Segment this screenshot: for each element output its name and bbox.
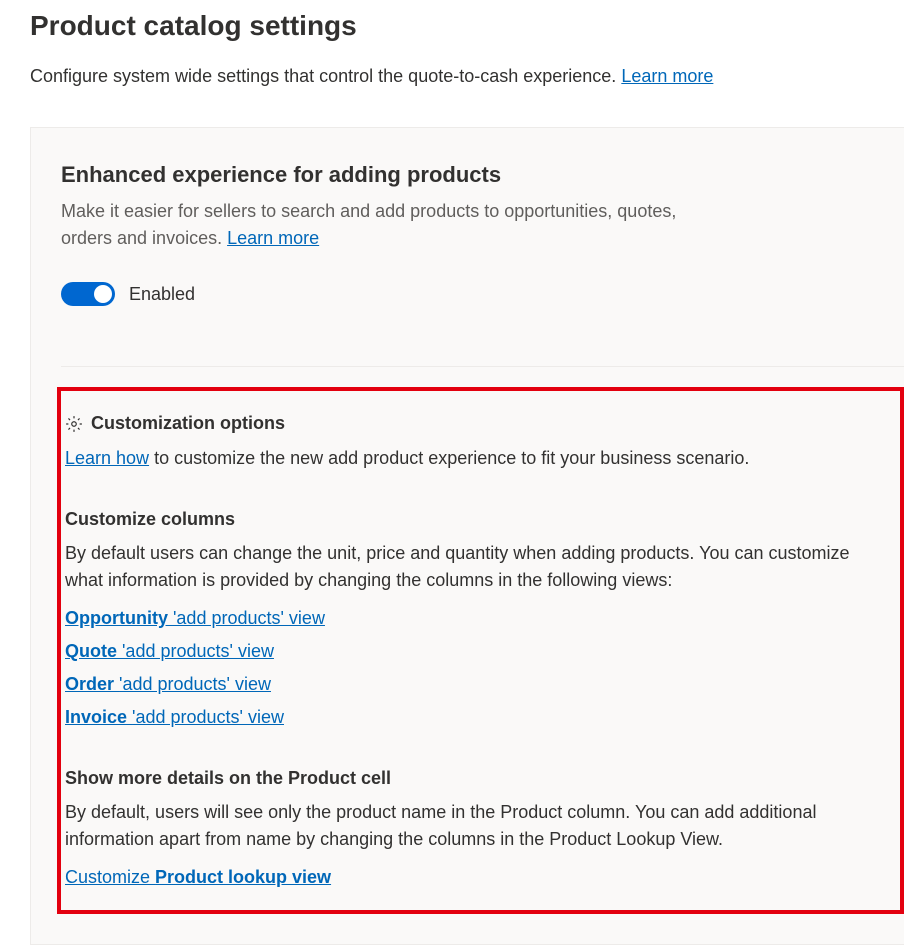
view-links-list: Opportunity 'add products' view Quote 'a… bbox=[65, 608, 878, 728]
learn-more-link[interactable]: Learn more bbox=[621, 66, 713, 86]
invoice-view-link[interactable]: Invoice 'add products' view bbox=[65, 707, 284, 728]
customization-highlight: Customization options Learn how to custo… bbox=[57, 387, 904, 914]
customize-columns-heading: Customize columns bbox=[65, 509, 878, 530]
link-bold: Opportunity bbox=[65, 608, 173, 628]
subtitle-text: Configure system wide settings that cont… bbox=[30, 66, 621, 86]
enhanced-heading: Enhanced experience for adding products bbox=[61, 162, 874, 188]
enabled-toggle[interactable] bbox=[61, 282, 115, 306]
opportunity-view-link[interactable]: Opportunity 'add products' view bbox=[65, 608, 325, 629]
enhanced-description: Make it easier for sellers to search and… bbox=[61, 198, 721, 252]
link-rest: 'add products' view bbox=[173, 608, 325, 628]
toggle-row: Enabled bbox=[61, 282, 874, 306]
link-rest: 'add products' view bbox=[122, 641, 274, 661]
toggle-knob bbox=[94, 285, 112, 303]
order-view-link[interactable]: Order 'add products' view bbox=[65, 674, 271, 695]
link-rest: 'add products' view bbox=[132, 707, 284, 727]
customize-link-bold: Product lookup view bbox=[155, 867, 331, 887]
page-title: Product catalog settings bbox=[30, 10, 874, 42]
customize-product-lookup-link[interactable]: Customize Product lookup view bbox=[65, 867, 331, 887]
link-bold: Invoice bbox=[65, 707, 132, 727]
product-cell-heading: Show more details on the Product cell bbox=[65, 768, 878, 789]
enhanced-learn-more-link[interactable]: Learn more bbox=[227, 228, 319, 248]
toggle-label: Enabled bbox=[129, 284, 195, 305]
link-bold: Quote bbox=[65, 641, 122, 661]
customization-heading: Customization options bbox=[91, 413, 285, 434]
gear-icon bbox=[65, 415, 83, 433]
customization-desc-after: to customize the new add product experie… bbox=[149, 448, 749, 468]
settings-card: Enhanced experience for adding products … bbox=[30, 127, 904, 945]
product-cell-desc: By default, users will see only the prod… bbox=[65, 799, 878, 853]
options-header: Customization options bbox=[65, 413, 878, 434]
customization-description: Learn how to customize the new add produ… bbox=[65, 448, 878, 469]
learn-how-link[interactable]: Learn how bbox=[65, 448, 149, 468]
divider bbox=[61, 366, 904, 367]
quote-view-link[interactable]: Quote 'add products' view bbox=[65, 641, 274, 662]
customize-columns-desc: By default users can change the unit, pr… bbox=[65, 540, 878, 594]
customize-link-pre: Customize bbox=[65, 867, 155, 887]
page-subtitle: Configure system wide settings that cont… bbox=[30, 66, 874, 87]
link-rest: 'add products' view bbox=[119, 674, 271, 694]
enhanced-desc-text: Make it easier for sellers to search and… bbox=[61, 201, 676, 248]
link-bold: Order bbox=[65, 674, 119, 694]
